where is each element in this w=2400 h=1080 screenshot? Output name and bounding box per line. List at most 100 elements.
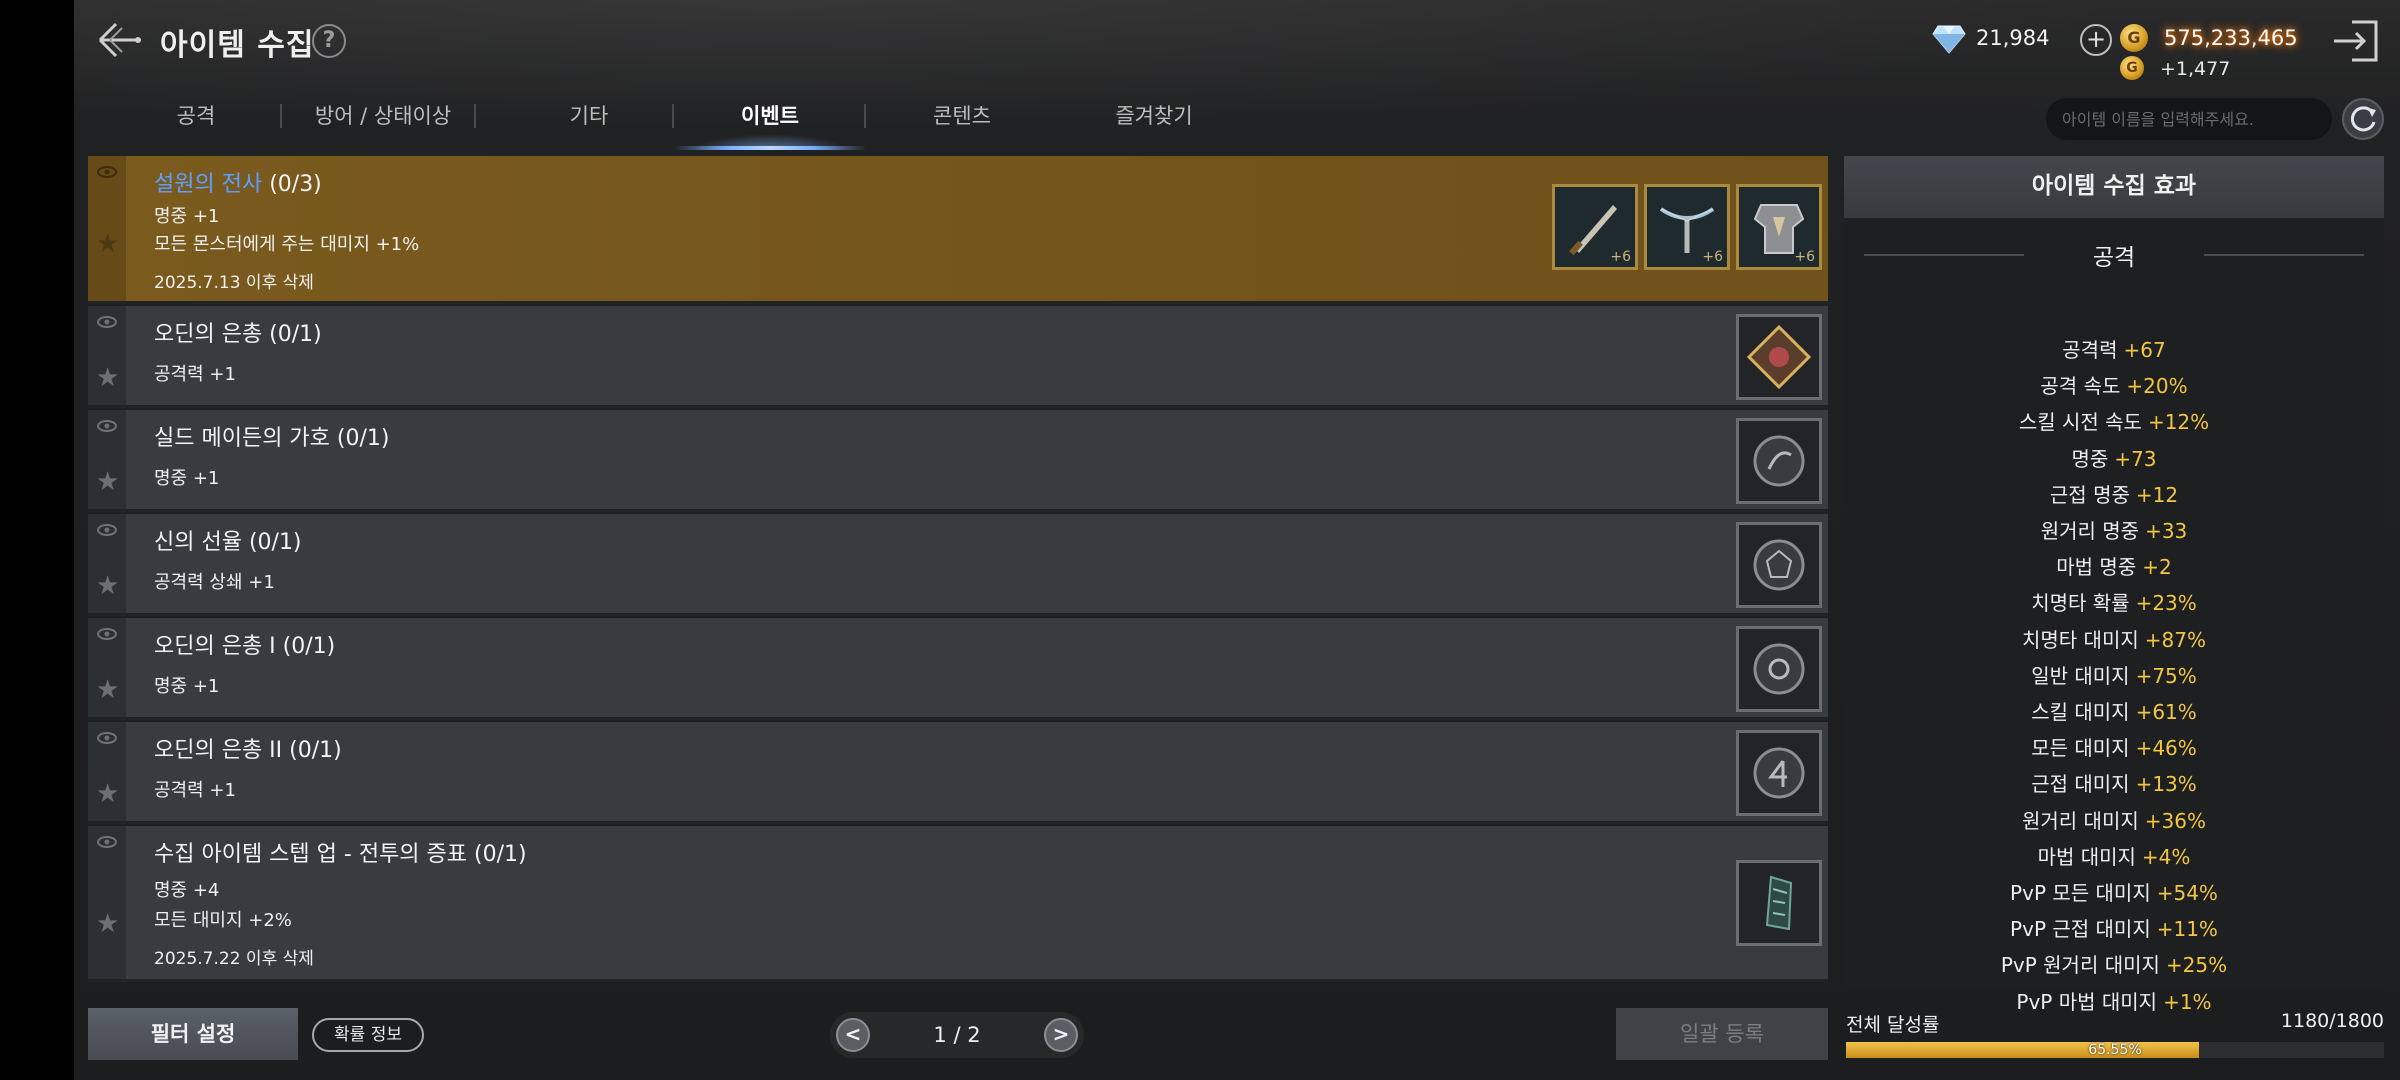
gold-coin-icon: G <box>2120 24 2148 52</box>
bulk-register-button[interactable]: 일괄 등록 <box>1616 1008 1828 1060</box>
stat-label: 공격 속도 <box>2040 374 2121 399</box>
item-name-count: (0/3) <box>262 172 322 197</box>
probability-info-button[interactable]: 확률 정보 <box>312 1018 424 1052</box>
item-name: 신의 선율 (0/1) <box>154 530 302 555</box>
list-item[interactable]: ★ 수집 아이템 스텝 업 - 전투의 증표 (0/1) 명중 +4 모든 대미… <box>88 826 1828 982</box>
item-slot[interactable] <box>1736 626 1822 712</box>
stat-row: 공격 속도 +20% <box>1844 370 2384 399</box>
stat-row: 치명타 확률 +23% <box>1844 587 2384 616</box>
stat-row: PvP 원거리 대미지 +25% <box>1844 949 2384 978</box>
stat-value: +54% <box>2156 881 2218 905</box>
item-slot[interactable]: +6 <box>1644 184 1730 270</box>
stat-row: 명중 +73 <box>1844 443 2384 472</box>
stat-label: 명중 <box>2071 446 2109 471</box>
star-icon[interactable]: ★ <box>96 231 120 257</box>
list-item[interactable]: ★ 오딘의 은총 (0/1) 공격력 +1 <box>88 306 1828 408</box>
eye-icon[interactable] <box>96 730 118 746</box>
eye-icon[interactable] <box>96 314 118 330</box>
star-icon[interactable]: ★ <box>96 365 120 391</box>
stat-label: 스킬 시전 속도 <box>2018 410 2142 435</box>
stat-value: +67 <box>2123 338 2166 362</box>
prev-page-button[interactable]: < <box>836 1018 870 1052</box>
stat-label: 근접 대미지 <box>2031 772 2130 797</box>
item-search <box>2046 98 2332 140</box>
tab-etc[interactable]: 기타 <box>514 94 664 150</box>
list-item[interactable]: ★ 실드 메이든의 가호 (0/1) 명중 +1 <box>88 410 1828 512</box>
stat-value: +2 <box>2142 555 2172 580</box>
star-icon[interactable]: ★ <box>96 911 120 937</box>
add-diamond-button[interactable]: + <box>2080 24 2112 56</box>
list-item[interactable]: ★ 오딘의 은총 II (0/1) 공격력 +1 <box>88 722 1828 824</box>
item-enhance-level: +6 <box>1794 249 1815 265</box>
stat-value: +11% <box>2156 917 2218 942</box>
row-gutter: ★ <box>88 306 126 405</box>
item-slot[interactable] <box>1736 418 1822 504</box>
item-name: 오딘의 은총 II (0/1) <box>154 738 342 763</box>
collection-effect-panel: 아이템 수집 효과 공격 공격력 +67 공격 속도 +20% 스킬 시전 속도 +12%… <box>1844 156 2384 1014</box>
row-gutter: ★ <box>88 618 126 717</box>
tab-divider <box>280 104 282 128</box>
diamond-icon <box>1932 24 1966 54</box>
item-name: 설원의 전사 (0/3) <box>154 166 322 198</box>
item-slot[interactable] <box>1736 522 1822 608</box>
stat-row: 근접 대미지 +13% <box>1844 768 2384 797</box>
eye-icon[interactable] <box>96 522 118 538</box>
diamond-amount: 21,984 <box>1976 26 2050 50</box>
coin-emblem-icon <box>1753 747 1805 799</box>
list-item[interactable]: ★ 설원의 전사 (0/3) 명중 +1 모든 몬스터에게 주는 대미지 +1%… <box>88 156 1828 304</box>
token-icon <box>1765 875 1793 931</box>
row-gutter: ★ <box>88 722 126 821</box>
stat-label: 마법 명중 <box>2056 555 2137 580</box>
stat-row: PvP 모든 대미지 +54% <box>1844 877 2384 906</box>
eye-icon[interactable] <box>96 626 118 642</box>
item-effect: 명중 +4 <box>154 880 220 901</box>
eye-icon[interactable] <box>96 418 118 434</box>
stat-value: +36% <box>2144 808 2206 833</box>
progress-label: 전체 달성률 <box>1846 1014 1940 1036</box>
tab-attack[interactable]: 공격 <box>144 94 248 150</box>
stat-value: +1% <box>2163 989 2212 1014</box>
star-icon[interactable]: ★ <box>96 469 120 495</box>
panel-title: 아이템 수집 효과 <box>1844 156 2384 218</box>
tab-divider <box>864 104 866 128</box>
help-icon[interactable]: ? <box>312 24 346 58</box>
list-item[interactable]: ★ 오딘의 은총 I (0/1) 명중 +1 <box>88 618 1828 720</box>
row-gutter: ★ <box>88 410 126 509</box>
star-icon[interactable]: ★ <box>96 573 120 599</box>
gold-amount: 575,233,465 <box>2164 26 2298 50</box>
item-name: 오딘의 은총 (0/1) <box>154 322 322 347</box>
item-name: 오딘의 은총 I (0/1) <box>154 634 336 659</box>
item-effect: 명중 +1 <box>154 676 220 697</box>
star-icon[interactable]: ★ <box>96 781 120 807</box>
stat-label: PvP 근접 대미지 <box>2010 917 2151 942</box>
tab-favorites[interactable]: 즐겨찾기 <box>1074 94 1234 150</box>
star-icon[interactable]: ★ <box>96 677 120 703</box>
search-input[interactable] <box>2046 98 2332 140</box>
next-page-button[interactable]: > <box>1044 1018 1078 1052</box>
item-expire-date: 2025.7.13 이후 삭제 <box>154 273 314 293</box>
stat-value: +73 <box>2114 446 2157 471</box>
refresh-icon[interactable] <box>2342 98 2384 140</box>
stat-label: PvP 원거리 대미지 <box>2000 953 2160 978</box>
item-slot[interactable]: +6 <box>1736 184 1822 270</box>
item-slot[interactable] <box>1736 730 1822 816</box>
eye-icon[interactable] <box>96 834 118 850</box>
stat-label: 치명타 대미지 <box>2022 627 2139 652</box>
item-slot[interactable] <box>1736 860 1822 946</box>
item-slot[interactable] <box>1736 314 1822 400</box>
tab-content[interactable]: 콘텐츠 <box>886 94 1038 150</box>
list-item[interactable]: ★ 신의 선율 (0/1) 공격력 상쇄 +1 <box>88 514 1828 616</box>
eye-icon[interactable] <box>96 164 118 180</box>
item-slot[interactable]: +6 <box>1552 184 1638 270</box>
row-gutter: ★ <box>88 156 126 301</box>
stat-value: +75% <box>2135 663 2197 688</box>
item-list: ★ 설원의 전사 (0/3) 명중 +1 모든 몬스터에게 주는 대미지 +1%… <box>88 156 1828 982</box>
item-effect: 공격력 +1 <box>154 780 236 801</box>
category-tabs: 공격 방어 / 상태이상 기타 이벤트 콘텐츠 즐겨찾기 <box>74 94 1234 150</box>
tab-defense-status[interactable]: 방어 / 상태이상 <box>288 94 478 150</box>
filter-settings-button[interactable]: 필터 설정 <box>88 1008 298 1060</box>
back-arrow-icon[interactable] <box>96 16 144 64</box>
exit-icon[interactable] <box>2330 18 2382 64</box>
stat-label: 원거리 대미지 <box>2022 808 2139 833</box>
item-effect: 명중 +1 <box>154 206 220 227</box>
